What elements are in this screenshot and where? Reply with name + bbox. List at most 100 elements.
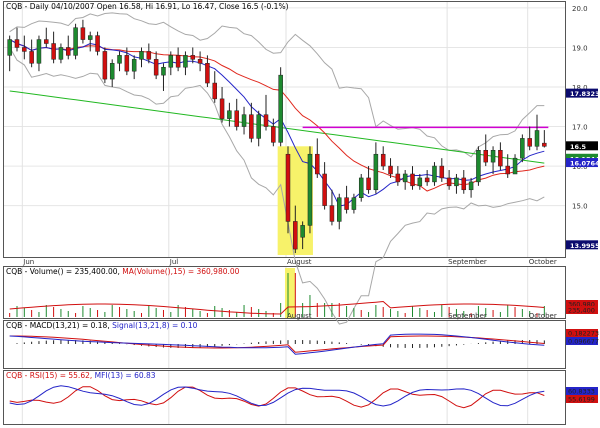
candle-body — [197, 59, 203, 64]
ma-volume-header: MA(Volume( — [122, 267, 167, 276]
candle-body — [58, 47, 64, 60]
candle-body — [534, 130, 540, 147]
candle-body — [344, 197, 349, 210]
signal-header: Signal(13,21,8) = 0.10 — [112, 321, 197, 330]
candle-body — [234, 110, 239, 127]
candle-body — [153, 59, 159, 76]
candle-body — [322, 173, 327, 206]
candle-body — [73, 27, 78, 56]
candle-body — [468, 181, 474, 191]
candle-body — [454, 177, 459, 187]
candle-body — [395, 173, 401, 183]
candle-body — [520, 138, 525, 159]
candle-body — [51, 43, 56, 60]
candle-body — [527, 138, 532, 147]
candle-body — [388, 165, 393, 175]
candle-body — [329, 205, 335, 222]
candle-body — [278, 74, 283, 143]
candle-body — [293, 221, 298, 250]
price-y-tick-label: 20.0 — [572, 5, 588, 13]
candle-body — [351, 197, 357, 210]
candle-body — [36, 39, 42, 64]
month-label-price: Jun — [22, 258, 34, 266]
candle-body — [505, 165, 510, 175]
price-y-tick-label: 15.0 — [572, 203, 588, 211]
candle-body — [483, 150, 488, 163]
candle-body — [490, 150, 496, 163]
candle-body — [102, 51, 108, 80]
candle-body — [183, 55, 188, 68]
candle-body — [417, 177, 423, 187]
candle-body — [542, 142, 547, 147]
volume-highlight — [284, 268, 295, 318]
rsi-header: CQB - RSI(15) = 55.62, — [6, 371, 92, 380]
candle-body — [498, 150, 503, 167]
candle-body — [139, 51, 144, 60]
month-label-macd: October — [529, 312, 557, 320]
candle-body — [80, 27, 86, 40]
candle-body — [168, 55, 174, 68]
candle-body — [241, 114, 247, 127]
candle-body — [285, 153, 291, 222]
price-y-tick-label: 19.0 — [572, 44, 588, 52]
candle-body — [44, 39, 49, 44]
volume-header: CQB - Volume( — [6, 267, 61, 276]
candle-body — [124, 55, 130, 72]
candle-body — [432, 165, 437, 183]
stock-chart: 20.019.018.017.016.015.0Jun Jul AugustAugu… — [3, 1, 600, 425]
candle-body — [95, 35, 100, 52]
rsi-tag-value: 60.8333 — [568, 388, 595, 396]
candle-body — [219, 98, 225, 119]
month-label-macd: September — [448, 312, 487, 320]
candle-body — [300, 225, 305, 238]
macd-tag-value: 0.182273 — [568, 330, 599, 338]
candle-body — [66, 47, 71, 56]
candle-body — [117, 55, 122, 64]
candle-body — [7, 39, 12, 56]
candle-body — [380, 153, 386, 167]
svg-text:CQB - Volume() = 235,400.00,: CQB - Volume() = 235,400.00, MA(Volume()… — [6, 267, 240, 276]
candle-body — [402, 173, 408, 183]
candle-body — [212, 82, 217, 100]
candle-body — [461, 177, 467, 191]
month-label-price: October — [529, 258, 557, 266]
candle-body — [87, 35, 93, 40]
candle-body — [249, 114, 254, 139]
candle-body — [190, 55, 196, 60]
macd-tag-value: 0.096677 — [568, 338, 599, 346]
candle-body — [337, 197, 342, 222]
price-tag-value: 16.0764 — [570, 160, 600, 168]
price-tag-value: 16.5 — [570, 143, 587, 151]
candle-body — [410, 173, 415, 187]
ma-volume-header-value: ),15) = 360,980.00 — [168, 267, 240, 276]
candle-body — [161, 66, 166, 76]
candle-body — [146, 51, 152, 60]
candle-body — [439, 165, 445, 179]
candle-body — [14, 39, 20, 48]
price-tag-value: 17.8323 — [570, 90, 600, 98]
rsi-tag-value: 55.6199 — [568, 396, 595, 404]
candle-body — [476, 150, 481, 183]
candle-body — [512, 157, 518, 175]
candle-body — [307, 153, 313, 226]
candle-body — [205, 63, 210, 84]
candle-body — [315, 153, 320, 175]
candle-body — [256, 114, 261, 139]
candle-body — [227, 110, 232, 119]
month-label-price: Jul — [169, 258, 179, 266]
volume-tag-value: 235,400 — [568, 307, 595, 315]
month-label-macd: August — [287, 312, 312, 320]
candle-body — [446, 177, 452, 187]
volume-header-value: ) = 235,400.00, — [61, 267, 120, 276]
month-label-price: September — [448, 258, 487, 266]
candle-body — [29, 51, 34, 64]
price-tag-value: 13.9955 — [570, 242, 600, 250]
candle-body — [131, 59, 137, 72]
candle-body — [424, 177, 430, 183]
candle-body — [109, 63, 115, 80]
price-y-tick-label: 17.0 — [572, 124, 588, 132]
month-label-price: August — [287, 258, 312, 266]
candle-body — [358, 177, 364, 198]
candle-body — [263, 114, 269, 127]
svg-text:CQB - RSI(15) = 55.62, MFI: CQB - RSI(15) = 55.62, MFI(13) = 60.83 — [6, 371, 156, 380]
